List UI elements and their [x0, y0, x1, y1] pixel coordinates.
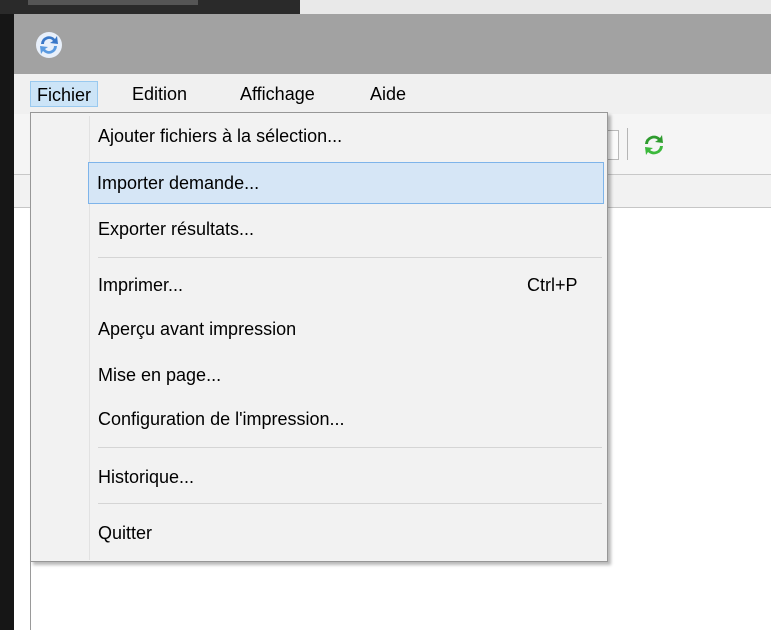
menu-item-label: Mise en page...: [98, 365, 222, 385]
toolbar-separator: [627, 128, 628, 160]
menu-item-label: Aperçu avant impression: [98, 319, 297, 339]
menu-item-export-results[interactable]: Exporter résultats...: [90, 210, 604, 248]
menu-affichage[interactable]: Affichage: [234, 81, 321, 107]
menu-item-quit[interactable]: Quitter: [90, 514, 604, 552]
menu-separator: [98, 257, 602, 258]
menu-item-label: Historique...: [98, 467, 195, 487]
menu-item-print-configuration[interactable]: Configuration de l'impression...: [90, 400, 604, 438]
menu-item-history[interactable]: Historique...: [90, 458, 604, 496]
menu-item-print[interactable]: Imprimer... Ctrl+P: [90, 266, 604, 304]
menu-item-page-setup[interactable]: Mise en page...: [90, 356, 604, 394]
background-left: [0, 14, 14, 630]
menu-edition[interactable]: Edition: [126, 81, 193, 107]
menu-item-label: Quitter: [98, 523, 153, 543]
menu-item-add-files[interactable]: Ajouter fichiers à la sélection...: [90, 117, 604, 155]
background-window-fragment: [300, 0, 771, 14]
menu-separator: [98, 503, 602, 504]
menu-separator: [98, 447, 602, 448]
menu-fichier[interactable]: Fichier: [30, 81, 99, 107]
menu-item-print-preview[interactable]: Aperçu avant impression: [90, 310, 604, 348]
refresh-icon[interactable]: [641, 132, 667, 158]
menu-item-label: Imprimer...: [98, 275, 184, 295]
background-fragment: [28, 0, 198, 5]
file-menu-dropdown: Ajouter fichiers à la sélection... Impor…: [30, 112, 608, 562]
title-bar: [14, 14, 771, 74]
background-strip: [0, 0, 771, 14]
menu-item-label: Exporter résultats...: [98, 219, 255, 239]
app-refresh-icon: [36, 32, 62, 58]
menu-bar: Fichier Edition Affichage Aide: [14, 74, 771, 114]
menu-item-shortcut: Ctrl+P: [527, 275, 578, 295]
menu-item-label: Importer demande...: [97, 173, 260, 193]
menu-item-label: Ajouter fichiers à la sélection...: [98, 126, 343, 146]
menu-aide[interactable]: Aide: [364, 81, 412, 107]
menu-item-label: Configuration de l'impression...: [98, 409, 345, 429]
menu-item-import-request[interactable]: Importer demande...: [88, 162, 604, 204]
